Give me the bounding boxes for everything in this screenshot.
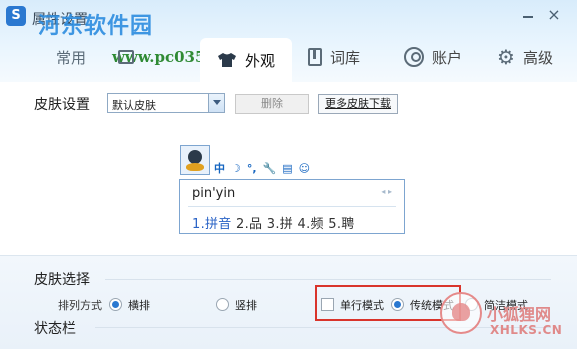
more-skins-download-button[interactable]: 更多皮肤下载: [318, 94, 398, 114]
vertical-label[interactable]: 竖排: [235, 297, 257, 313]
page-arrows-icon: ◂ ▸: [381, 187, 392, 196]
status-bar-title: 状态栏: [34, 321, 76, 337]
horizontal-radio[interactable]: [109, 298, 122, 311]
skin-dropdown[interactable]: 默认皮肤: [107, 93, 225, 113]
ime-pinyin-input: pin'yin: [192, 186, 236, 201]
ime-candidate-list: 1.拼音 2.品 3.拼 4.频 5.聘: [192, 213, 355, 232]
ime-candidate-window: pin'yin ◂ ▸ 1.拼音 2.品 3.拼 4.频 5.聘: [179, 179, 405, 234]
vertical-radio[interactable]: [216, 298, 229, 311]
gear-icon: ⚙: [497, 45, 515, 69]
tab-appearance[interactable]: 外观: [200, 38, 292, 82]
ime-status-toolbar: 中 ☽ °, 🔧 ▤ ☺: [214, 160, 310, 176]
tab-label: 词库: [330, 48, 361, 67]
watermark-site-name: 河东软件园: [38, 13, 154, 39]
tab-account[interactable]: 账户: [404, 40, 462, 74]
tshirt-icon: [217, 52, 237, 68]
tab-lexicon[interactable]: 词库: [308, 40, 360, 74]
app-logo-icon: S: [6, 6, 26, 26]
watermark-brand-domain: XHLKS.CN: [490, 323, 563, 337]
delete-skin-button[interactable]: 删除: [235, 94, 309, 114]
minimize-button[interactable]: [520, 8, 536, 24]
skin-dropdown-value: 默认皮肤: [112, 99, 156, 112]
wrench-icon: 🔧: [262, 161, 277, 175]
interface-icon: [118, 50, 134, 64]
tab-interface[interactable]: [118, 40, 142, 74]
chinese-mode-icon: 中: [214, 162, 225, 175]
tab-label: 高级: [522, 48, 553, 67]
tab-label: 常用: [56, 48, 87, 67]
close-button[interactable]: ×: [546, 7, 562, 24]
tab-advanced[interactable]: ⚙ 高级: [497, 40, 553, 74]
account-icon: [404, 47, 424, 67]
skin-settings-label: 皮肤设置: [34, 97, 90, 113]
moon-icon: ☽: [231, 161, 241, 175]
ime-candidate-first: 1.拼音: [192, 217, 232, 232]
tab-label: 外观: [244, 51, 275, 70]
tab-label: 账户: [432, 48, 463, 67]
highlight-annotation-box: [315, 285, 461, 321]
ime-avatar-icon: [180, 145, 210, 175]
smiley-icon: ☺: [298, 161, 311, 175]
fox-logo-icon: [440, 292, 482, 334]
toolbox-icon: ▤: [282, 161, 293, 175]
watermark-brand-name: 小狐狸网: [487, 305, 552, 324]
arrangement-label: 排列方式: [58, 299, 102, 312]
book-icon: [308, 48, 322, 66]
tab-general[interactable]: 常用: [56, 40, 86, 74]
skin-selection-title: 皮肤选择: [34, 272, 90, 288]
ime-divider: [188, 206, 396, 207]
ime-candidate-rest: 2.品 3.拼 4.频 5.聘: [231, 217, 355, 232]
punctuation-icon: °,: [246, 161, 257, 175]
settings-header: S 属性设置 × 河东软件园 www.pc0359.cn 常用 外观 词库 账户…: [0, 0, 577, 82]
horizontal-label[interactable]: 横排: [128, 297, 150, 313]
section-divider: [95, 327, 551, 328]
section-divider: [105, 279, 551, 280]
chevron-down-icon[interactable]: [208, 94, 224, 112]
